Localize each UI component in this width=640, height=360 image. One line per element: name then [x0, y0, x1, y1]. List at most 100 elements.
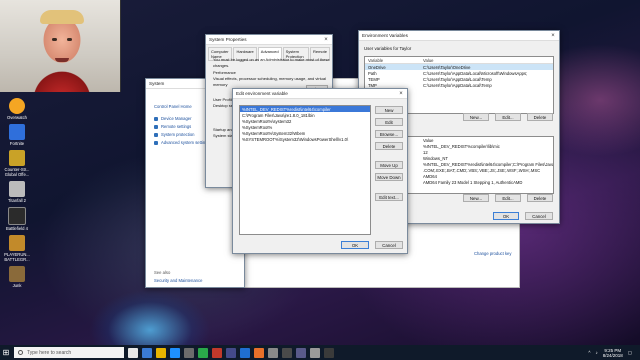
- taskbar-app-icon[interactable]: [184, 347, 194, 358]
- edit-button[interactable]: Edit: [375, 118, 403, 126]
- folder-icon: [9, 266, 25, 282]
- desktop-icon-label: Battlefield 4: [6, 226, 28, 231]
- taskbar-app-icon[interactable]: [156, 347, 166, 358]
- nav-label: Advanced system settings: [161, 140, 210, 145]
- window-title: System: [149, 81, 165, 86]
- value-cell: Windows_NT: [423, 155, 448, 161]
- window-title: Environment Variables: [362, 33, 408, 38]
- webcam-eye-right: [67, 38, 72, 41]
- user-edit-button[interactable]: Edit...: [495, 113, 521, 121]
- value-cell: Value: [423, 137, 434, 143]
- value-cell: C:\Users\Taylor\OneDrive: [423, 64, 471, 70]
- delete-button[interactable]: Delete: [375, 142, 403, 150]
- value-cell: .COM;.EXE;.BAT;.CMD;.VBS;.VBE;.JS;.JSE;.…: [423, 167, 541, 173]
- shield-icon: [154, 124, 158, 129]
- system-tray: ^ ♪ 9:25 PM 8/24/2018 ▢: [588, 348, 640, 358]
- desktop-icon-label: Counter-Str... Global Offe...: [4, 167, 30, 177]
- taskbar-app-icon[interactable]: [296, 347, 306, 358]
- desktop-icon-label: Junk: [12, 283, 22, 288]
- titanfall-icon: [9, 181, 25, 197]
- value-cell: C:\Users\Taylor\AppData\Local\Microsoft\…: [423, 70, 528, 76]
- value-cell: %INTEL_DEV_REDIST%redist\intel64\compile…: [423, 161, 553, 167]
- close-icon[interactable]: ×: [395, 89, 407, 98]
- taskbar-search-box[interactable]: Type here to search: [14, 347, 124, 358]
- taskbar-app-icon[interactable]: [268, 347, 278, 358]
- admin-note: You must be logged on as an Administrato…: [213, 57, 330, 68]
- desktop-icon-label: Overwatch: [6, 115, 27, 120]
- nav-device-manager[interactable]: Device Manager: [154, 115, 210, 123]
- start-button[interactable]: ⊞: [0, 345, 12, 360]
- close-icon[interactable]: ×: [547, 31, 559, 40]
- taskbar-app-icon[interactable]: [240, 347, 250, 358]
- value-cell: %INTEL_DEV_REDIST%compiler\lib\mic: [423, 143, 500, 149]
- value-cell: C:\Users\Taylor\AppData\Local\Temp: [423, 76, 492, 82]
- table-row[interactable]: OneDrive C:\Users\Taylor\OneDrive: [365, 64, 553, 70]
- nav-system-protection[interactable]: System protection: [154, 131, 210, 139]
- see-also-label: See also: [154, 270, 171, 275]
- env-cancel-button[interactable]: Cancel: [525, 212, 553, 220]
- window-title: Edit environment variable: [236, 91, 288, 96]
- column-header-value[interactable]: Value: [423, 58, 553, 63]
- volume-icon[interactable]: ♪: [595, 350, 597, 355]
- taskbar-app-icon[interactable]: [310, 347, 320, 358]
- nav-label: System protection: [161, 132, 195, 137]
- user-variables-label: User variables for Taylor: [364, 46, 412, 51]
- system-new-button[interactable]: New...: [463, 194, 489, 202]
- desktop-icon-pubg[interactable]: PLAYERUN... BATTLEGR...: [2, 235, 32, 262]
- taskbar-app-icon[interactable]: [282, 347, 292, 358]
- notifications-icon[interactable]: ▢: [628, 350, 632, 356]
- list-item[interactable]: %SYSTEMROOT%\System32\WindowsPowerShell\…: [240, 136, 370, 142]
- close-icon[interactable]: ×: [320, 35, 332, 44]
- variable-cell: Path: [368, 70, 377, 76]
- taskbar-app-icon[interactable]: [212, 347, 222, 358]
- taskbar-app-icon[interactable]: [128, 347, 138, 358]
- edit-env-variable-dialog: Edit environment variable × %INTEL_DEV_R…: [232, 88, 408, 254]
- taskbar-app-icon[interactable]: [226, 347, 236, 358]
- desktop-icon-csgo[interactable]: Counter-Str... Global Offe...: [2, 150, 32, 177]
- new-button[interactable]: New: [375, 106, 403, 114]
- security-maintenance-link[interactable]: Security and Maintenance: [154, 277, 202, 285]
- webcam-overlay: [0, 0, 121, 92]
- user-delete-button[interactable]: Delete: [527, 113, 553, 121]
- env-vars-titlebar: Environment Variables ×: [359, 31, 559, 41]
- value-cell: C:\Users\Taylor\AppData\Local\Temp: [423, 82, 492, 88]
- windows-logo-icon: ⊞: [2, 348, 10, 357]
- search-icon: [18, 350, 23, 355]
- taskbar-app-icon[interactable]: [170, 347, 180, 358]
- move-up-button[interactable]: Move Up: [375, 161, 403, 169]
- table-row[interactable]: Path C:\Users\Taylor\AppData\Local\Micro…: [365, 70, 553, 76]
- edit-ok-button[interactable]: OK: [341, 241, 369, 249]
- taskbar-app-icon[interactable]: [324, 347, 334, 358]
- browse-button[interactable]: Browse...: [375, 130, 403, 138]
- system-delete-button[interactable]: Delete: [527, 194, 553, 202]
- chevron-up-icon[interactable]: ^: [588, 350, 590, 355]
- advanced-tab-content: You must be logged on as an Administrato…: [213, 57, 331, 88]
- table-row[interactable]: TEMP C:\Users\Taylor\AppData\Local\Temp: [365, 76, 553, 82]
- env-ok-button[interactable]: OK: [493, 212, 519, 220]
- desktop-icon-titanfall[interactable]: Titanfall 2: [2, 181, 32, 203]
- desktop-icon-label: Titanfall 2: [8, 198, 26, 203]
- desktop-icon-junk[interactable]: Junk: [2, 266, 32, 288]
- nav-remote-settings[interactable]: Remote settings: [154, 123, 210, 131]
- nav-advanced-system-settings[interactable]: Advanced system settings: [154, 139, 210, 147]
- move-down-button[interactable]: Move Down: [375, 173, 403, 181]
- desktop-icon-overwatch[interactable]: Overwatch: [2, 98, 32, 120]
- taskbar-clock[interactable]: 9:25 PM 8/24/2018: [603, 348, 623, 358]
- change-product-key-link[interactable]: Change product key: [474, 251, 511, 256]
- taskbar-app-icon[interactable]: [198, 347, 208, 358]
- taskbar-app-icon[interactable]: [254, 347, 264, 358]
- taskbar-app-icon[interactable]: [142, 347, 152, 358]
- control-panel-home-link[interactable]: Control Panel Home: [154, 103, 210, 111]
- desktop-icon-fortnite[interactable]: Fortnite: [2, 124, 32, 146]
- system-nav: Control Panel Home Device Manager Remote…: [154, 103, 210, 147]
- desktop-icon-battlefield[interactable]: Battlefield 4: [2, 207, 32, 231]
- user-new-button[interactable]: New...: [463, 113, 489, 121]
- see-also-section: See also Security and Maintenance: [154, 269, 202, 285]
- column-header-variable[interactable]: Variable: [365, 58, 423, 63]
- edit-text-button[interactable]: Edit text...: [375, 193, 403, 201]
- edit-cancel-button[interactable]: Cancel: [375, 241, 403, 249]
- clock-date: 8/24/2018: [602, 352, 623, 358]
- system-edit-button[interactable]: Edit...: [495, 194, 521, 202]
- path-entries-list[interactable]: %INTEL_DEV_REDIST%redist\intel64\compile…: [239, 105, 371, 235]
- value-cell: AMD64 Family 23 Model 1 Stepping 1, Auth…: [423, 179, 523, 185]
